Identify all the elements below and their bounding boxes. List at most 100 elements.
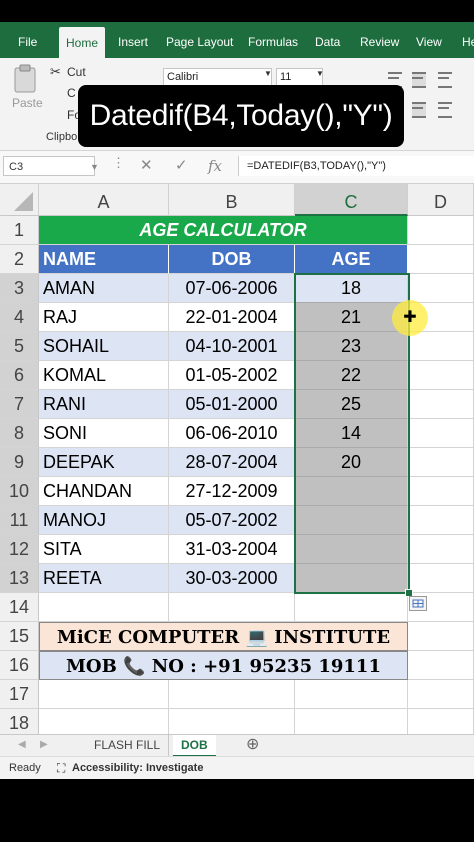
enter-icon[interactable]: ✓ <box>175 156 188 176</box>
dob-cell[interactable]: 01-05-2002 <box>169 361 295 390</box>
paste-button[interactable]: Paste <box>12 96 43 110</box>
cell-c18[interactable] <box>295 709 408 734</box>
accessibility-status[interactable]: Accessibility: Investigate <box>72 757 203 779</box>
cell-d12[interactable] <box>408 535 474 564</box>
tab-page-layout[interactable]: Page Layout <box>166 22 233 58</box>
cell-a17[interactable] <box>39 680 169 709</box>
tab-review[interactable]: Review <box>360 22 399 58</box>
cell-a14[interactable] <box>39 593 169 622</box>
cell-b17[interactable] <box>169 680 295 709</box>
add-sheet-icon[interactable]: ⊕ <box>246 735 259 757</box>
align-right-icon[interactable] <box>438 102 452 118</box>
cell-d11[interactable] <box>408 506 474 535</box>
tab-view[interactable]: View <box>416 22 442 58</box>
insert-function-button[interactable]: fx <box>208 156 222 176</box>
tab-home[interactable]: Home <box>59 27 106 58</box>
cell-d2[interactable] <box>408 245 474 274</box>
row-header-12[interactable]: 12 <box>0 535 39 564</box>
column-header-b[interactable]: B <box>169 184 295 216</box>
align-center-icon[interactable] <box>412 102 426 118</box>
column-header-d[interactable]: D <box>408 184 474 216</box>
tab-data[interactable]: Data <box>315 22 340 58</box>
row-header-14[interactable]: 14 <box>0 593 39 622</box>
age-cell[interactable] <box>295 564 408 593</box>
name-box[interactable]: C3 <box>3 156 95 176</box>
row-header-10[interactable]: 10 <box>0 477 39 506</box>
name-box-dropdown-icon[interactable]: ▼ <box>90 157 99 177</box>
age-cell[interactable] <box>295 477 408 506</box>
header-dob[interactable]: DOB <box>169 245 295 274</box>
age-cell[interactable]: 14 <box>295 419 408 448</box>
cell-b14[interactable] <box>169 593 295 622</box>
dob-cell[interactable]: 30-03-2000 <box>169 564 295 593</box>
name-cell[interactable]: CHANDAN <box>39 477 169 506</box>
clipboard-icon[interactable] <box>13 64 37 94</box>
tab-formulas[interactable]: Formulas <box>248 22 298 58</box>
age-cell[interactable]: 20 <box>295 448 408 477</box>
sheet-tab-flash-fill[interactable]: FLASH FILL <box>86 735 170 757</box>
dob-cell[interactable]: 05-07-2002 <box>169 506 295 535</box>
dob-cell[interactable]: 31-03-2004 <box>169 535 295 564</box>
name-cell[interactable]: MANOJ <box>39 506 169 535</box>
tab-help[interactable]: He <box>462 22 474 58</box>
name-cell[interactable]: DEEPAK <box>39 448 169 477</box>
name-cell[interactable]: SOHAIL <box>39 332 169 361</box>
name-cell[interactable]: KOMAL <box>39 361 169 390</box>
cell-d9[interactable] <box>408 448 474 477</box>
scroll-right-icon[interactable]: ▶ <box>40 735 48 757</box>
row-header-6[interactable]: 6 <box>0 361 39 390</box>
cell-d10[interactable] <box>408 477 474 506</box>
age-cell[interactable] <box>295 506 408 535</box>
row-header-7[interactable]: 7 <box>0 390 39 419</box>
cell-d17[interactable] <box>408 680 474 709</box>
select-all-corner[interactable] <box>0 184 39 216</box>
row-header-15[interactable]: 15 <box>0 622 39 651</box>
chevron-down-icon[interactable]: ▼ <box>264 69 272 78</box>
cell-d3[interactable] <box>408 274 474 303</box>
cell-d5[interactable] <box>408 332 474 361</box>
name-cell[interactable]: RANI <box>39 390 169 419</box>
tab-insert[interactable]: Insert <box>118 22 148 58</box>
title-cell[interactable]: AGE CALCULATOR <box>39 216 408 245</box>
dob-cell[interactable]: 04-10-2001 <box>169 332 295 361</box>
row-header-17[interactable]: 17 <box>0 680 39 709</box>
cell-c17[interactable] <box>295 680 408 709</box>
name-cell[interactable]: SITA <box>39 535 169 564</box>
cell-c14[interactable] <box>295 593 408 622</box>
dob-cell[interactable]: 28-07-2004 <box>169 448 295 477</box>
row-header-9[interactable]: 9 <box>0 448 39 477</box>
cell-a18[interactable] <box>39 709 169 734</box>
dob-cell[interactable]: 06-06-2010 <box>169 419 295 448</box>
cell-d15[interactable] <box>408 622 474 651</box>
cell-d16[interactable] <box>408 651 474 680</box>
cell-d13[interactable] <box>408 564 474 593</box>
dob-cell[interactable]: 27-12-2009 <box>169 477 295 506</box>
column-header-c[interactable]: C <box>295 184 408 216</box>
scroll-left-icon[interactable]: ◀ <box>18 735 26 757</box>
column-header-a[interactable]: A <box>39 184 169 216</box>
align-bottom-icon[interactable] <box>438 72 452 88</box>
row-header-3[interactable]: 3 <box>0 274 39 303</box>
name-cell[interactable]: REETA <box>39 564 169 593</box>
dob-cell[interactable]: 07-06-2006 <box>169 274 295 303</box>
cell-d1[interactable] <box>408 216 474 245</box>
formula-input[interactable]: =DATEDIF(B3,TODAY(),"Y") <box>238 156 474 176</box>
quick-analysis-icon[interactable] <box>409 596 427 611</box>
row-header-5[interactable]: 5 <box>0 332 39 361</box>
cell-b18[interactable] <box>169 709 295 734</box>
name-cell[interactable]: RAJ <box>39 303 169 332</box>
row-header-18[interactable]: 18 <box>0 709 39 734</box>
cell-d18[interactable] <box>408 709 474 734</box>
name-cell[interactable]: SONI <box>39 419 169 448</box>
worksheet-grid[interactable]: A B C D 1 2 3 4 5 6 7 8 9 10 11 12 13 14 15 16 17 18 AGE C… <box>0 184 474 734</box>
row-header-2[interactable]: 2 <box>0 245 39 274</box>
tab-file[interactable]: File <box>18 22 37 58</box>
chevron-down-icon[interactable]: ▼ <box>316 69 324 78</box>
cancel-icon[interactable]: ✕ <box>140 156 153 176</box>
header-age[interactable]: AGE <box>295 245 408 274</box>
row-header-8[interactable]: 8 <box>0 419 39 448</box>
name-cell[interactable]: AMAN <box>39 274 169 303</box>
row-header-11[interactable]: 11 <box>0 506 39 535</box>
dob-cell[interactable]: 05-01-2000 <box>169 390 295 419</box>
age-cell[interactable]: 22 <box>295 361 408 390</box>
